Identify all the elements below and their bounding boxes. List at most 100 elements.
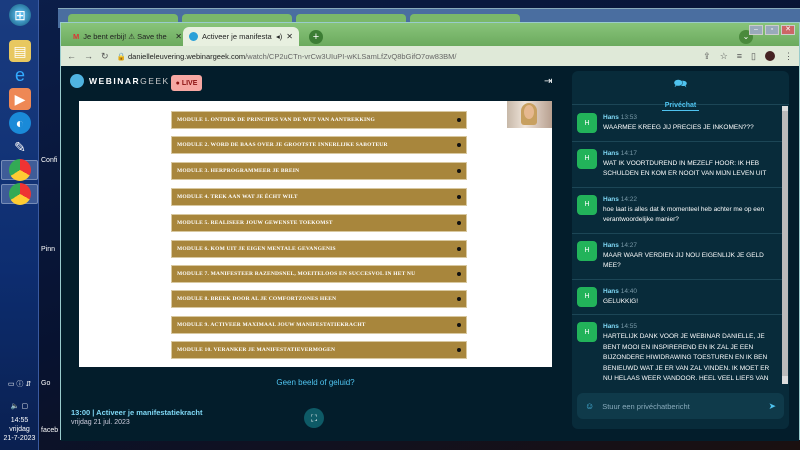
volume-icon[interactable]: 🔈 ▢: [0, 402, 39, 411]
maximize-button[interactable]: ▫: [765, 25, 779, 35]
forward-icon[interactable]: →: [84, 51, 93, 61]
module-item[interactable]: MODULE 10. VERANKER JE MANIFESTATIEVERMO…: [171, 341, 467, 359]
desktop-label[interactable]: faceb: [41, 427, 58, 434]
lock-icon: 🔒: [116, 51, 126, 61]
chat-message: H Hans 14:22 hoe laat is alles dat ik mome…: [572, 188, 782, 234]
profile-avatar[interactable]: [765, 50, 775, 61]
close-icon[interactable]: ✕: [175, 32, 182, 41]
gimp-icon[interactable]: ✎: [9, 136, 31, 158]
desktop-label[interactable]: Pinn: [41, 246, 55, 253]
share-icon[interactable]: ⇪: [703, 51, 711, 62]
audio-icon[interactable]: ◂): [276, 32, 282, 41]
bookmark-star-icon[interactable]: ☆: [720, 51, 728, 62]
message-text: WAARMEE KREEG JIJ PRECIES JE INKOMEN???: [603, 124, 754, 131]
reload-icon[interactable]: ↻: [101, 51, 109, 62]
desktop-label[interactable]: Go: [41, 380, 50, 387]
avatar: H: [577, 240, 597, 261]
emoji-icon[interactable]: ☺: [585, 401, 594, 411]
webinargeek-icon: [189, 32, 198, 41]
event-title: 13:00 | Activeer je manifestatiekracht: [71, 408, 203, 417]
module-item[interactable]: MODULE 2. WORD DE BAAS OVER JE GROOTSTE …: [171, 136, 467, 154]
bullet-icon: [457, 247, 461, 251]
chat-message: H Hans 14:17 WAT IK VOORTDUREND IN MEZELF …: [572, 142, 782, 188]
bullet-icon: [457, 118, 461, 122]
menu-icon[interactable]: ⋮: [784, 51, 793, 62]
live-badge: ● LIVE: [171, 75, 202, 91]
exit-icon[interactable]: ⇥: [544, 76, 552, 87]
message-text: hoe laat is alles dat ik momenteel heb a…: [603, 205, 765, 224]
chrome-icon[interactable]: [9, 159, 31, 181]
minimize-button[interactable]: –: [749, 25, 763, 35]
sender-name: Hans: [603, 149, 619, 157]
avatar: H: [577, 194, 597, 215]
chat-message: H Hans 14:55 HARTELIJK DANK VOOR JE WEBINA…: [572, 315, 782, 384]
file-explorer-icon[interactable]: ▤: [9, 40, 31, 62]
bullet-icon: [457, 221, 461, 225]
message-time: 14:40: [620, 287, 637, 295]
clock[interactable]: 14:55 vrijdag 21-7-2023: [0, 416, 39, 443]
logo-icon: [70, 74, 84, 88]
back-icon[interactable]: ←: [67, 51, 76, 61]
message-time: 14:17: [620, 149, 637, 157]
tray-icons[interactable]: ▭ ⓘ ⇵: [0, 380, 39, 389]
avatar: H: [577, 148, 597, 169]
video-stream: MODULE 1. ONTDEK DE PRINCIPES VAN DE WET…: [79, 101, 552, 367]
no-sound-link[interactable]: Geen beeld of geluid?: [79, 378, 552, 387]
message-time: 14:22: [620, 195, 637, 203]
side-panel-icon[interactable]: ▯: [751, 51, 756, 62]
avatar: H: [577, 113, 597, 133]
reading-list-icon[interactable]: ≡: [737, 51, 742, 62]
event-date: vrijdag 21 jul. 2023: [71, 419, 130, 426]
close-icon[interactable]: ✕: [286, 32, 293, 41]
new-tab-button[interactable]: +: [309, 30, 323, 44]
chrome-icon[interactable]: [9, 183, 31, 205]
live-dot-icon: ●: [175, 79, 180, 87]
module-item[interactable]: MODULE 8. BREEK DOOR AL JE COMFORTZONES …: [171, 290, 467, 308]
tab-privechat[interactable]: 🗪 Privéchat: [572, 71, 789, 111]
avatar: H: [577, 322, 597, 342]
taskbar: ⊞ ▤ e ▶ ◐ ✎ ▭ ⓘ ⇵ 🔈 ▢ 14:55 vrijdag 21-7…: [0, 0, 39, 450]
address-bar: ← → ↻ 🔒 danielleleuvering.webinargeek.co…: [61, 46, 799, 66]
module-item[interactable]: MODULE 4. TREK AAN WAT JE ÉCHT WILT: [171, 188, 467, 206]
module-item[interactable]: MODULE 5. REALISEER JOUW GEWENSTE TOEKOM…: [171, 214, 467, 232]
webinargeek-logo: WEBINAR GEEK: [70, 74, 170, 88]
browser-window: M Je bent erbij! ⚠ Save the date! ⚠ ✕ Ac…: [60, 22, 800, 441]
tab-strip: M Je bent erbij! ⚠ Save the date! ⚠ ✕ Ac…: [61, 23, 799, 46]
send-icon[interactable]: ➤: [768, 401, 776, 412]
start-button[interactable]: ⊞: [9, 4, 31, 26]
message-time: 14:55: [620, 323, 637, 330]
message-time: 13:53: [620, 114, 637, 121]
sender-name: Hans: [603, 287, 619, 295]
module-item[interactable]: MODULE 3. HERPROGRAMMEER JE BREIN: [171, 162, 467, 180]
message-text: GELUKKIG!: [603, 297, 639, 305]
chat-message: H Hans 14:27 MAAR WAAR VERDIEN JIJ NOU EIG…: [572, 234, 782, 280]
desktop-label[interactable]: Confi: [41, 157, 57, 164]
module-item[interactable]: MODULE 6. KOM UIT JE EIGEN MENTALE GEVAN…: [171, 240, 467, 258]
chat-scrollbar[interactable]: [782, 106, 788, 384]
chat-input[interactable]: ☺ Stuur een privéchatbericht ➤: [577, 393, 784, 419]
chat-bubbles-icon: 🗪: [673, 78, 688, 90]
module-item[interactable]: MODULE 1. ONTDEK DE PRINCIPES VAN DE WET…: [171, 111, 467, 129]
sender-name: Hans: [603, 241, 619, 249]
sender-name: Hans: [603, 323, 619, 330]
internet-explorer-icon[interactable]: e: [9, 64, 31, 86]
close-window-button[interactable]: ✕: [781, 25, 795, 35]
module-item[interactable]: MODULE 7. MANIFESTEER RAZENDSNEL, MOEITE…: [171, 265, 467, 283]
message-text: HARTELIJK DANK VOOR JE WEBINAR DANIELLE,…: [603, 333, 770, 382]
tab-webinar[interactable]: Activeer je manifestatiekracht ◂) ✕: [183, 27, 299, 46]
edge-icon[interactable]: ◐: [9, 112, 31, 134]
url-field[interactable]: 🔒 danielleleuvering.webinargeek.com/watc…: [117, 52, 457, 61]
webinar-page: WEBINAR GEEK ● LIVE ⇥ MODULE 1. ONTDEK DE …: [61, 66, 799, 441]
media-player-icon[interactable]: ▶: [9, 88, 31, 110]
bullet-icon: [457, 195, 461, 199]
chat-message: H Hans 13:53 WAARMEE KREEG JIJ PRECIES JE …: [572, 106, 782, 142]
chat-panel: 🗪 Privéchat H Hans 13:53 WAARMEE KREEG JIJ…: [572, 71, 789, 429]
chat-message: H Hans 14:40 GELUKKIG!: [572, 280, 782, 315]
presenter-webcam: [507, 101, 552, 128]
chat-messages: H Hans 13:53 WAARMEE KREEG JIJ PRECIES JE …: [572, 106, 782, 384]
bullet-icon: [457, 297, 461, 301]
module-item[interactable]: MODULE 9. ACTIVEER MAXIMAAL JOUW MANIFES…: [171, 316, 467, 334]
bullet-icon: [457, 143, 461, 147]
fullscreen-button[interactable]: ⛶: [304, 408, 324, 428]
bullet-icon: [457, 323, 461, 327]
